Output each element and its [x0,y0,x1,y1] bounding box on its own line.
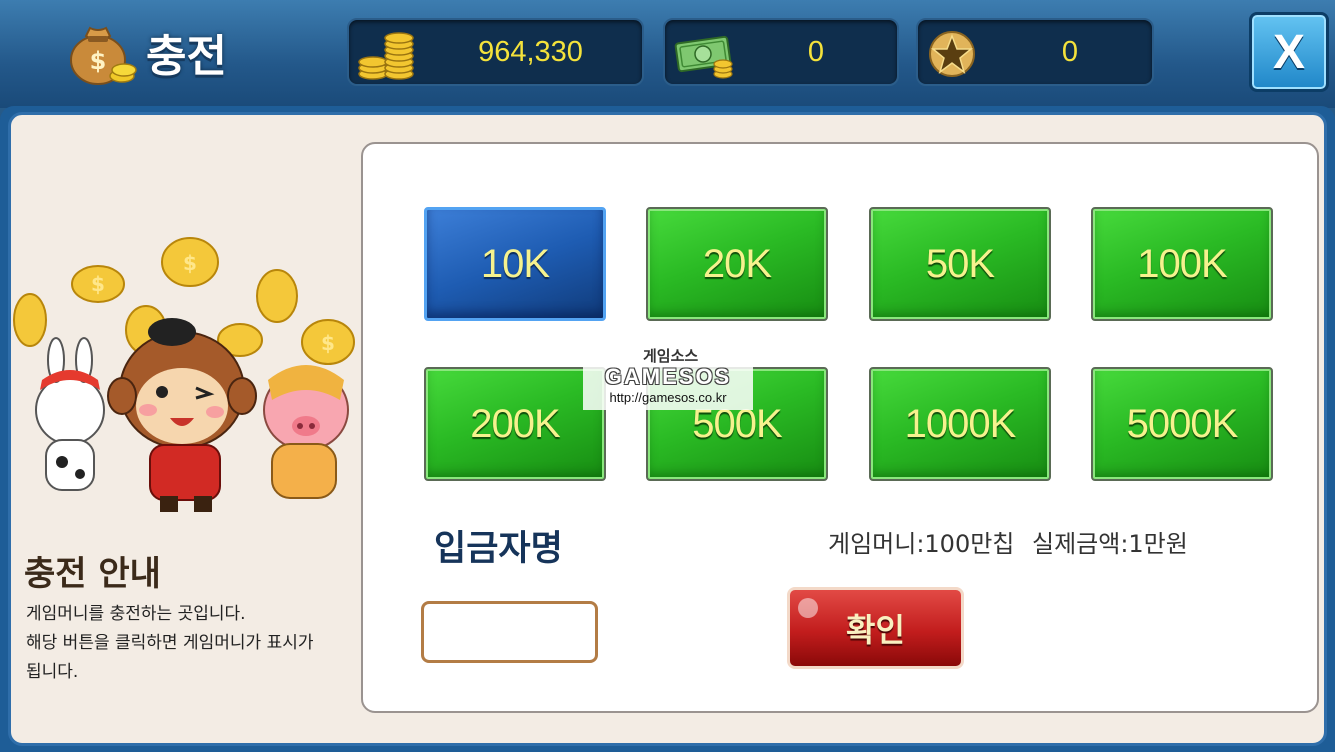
guide-title: 충전 안내 [24,554,161,594]
star-balance: 0 [916,18,1154,86]
page-title: 충전 [146,31,227,82]
star-icon [926,28,990,80]
amount-button-1000k[interactable]: 1000K [869,367,1051,481]
guide-text: 게임머니를 충전하는 곳입니다. 해당 버튼을 클릭하면 게임머니가 표시가 됩… [26,600,366,687]
star-amount: 0 [1061,35,1079,68]
svg-text:$: $ [90,47,107,75]
rate-info: 게임머니:100만칩 실제금액:1만원 [828,530,1188,558]
amount-button-10k[interactable]: 10K [424,207,606,321]
gold-balance: 964,330 [347,18,644,86]
amount-button-20k[interactable]: 20K [646,207,828,321]
watermark-url: http://gamesos.co.kr [609,390,727,405]
svg-text:$: $ [183,251,197,275]
depositor-label: 입금자명 [434,529,563,569]
cash-icon [673,28,737,80]
cash-amount: 0 [807,35,825,68]
watermark-korean: 게임소스 [643,347,699,365]
guide-line: 해당 버튼을 클릭하면 게임머니가 표시가 [26,633,314,653]
mascot-illustration: $ $ $ [10,230,360,520]
watermark: 게임소스 GAMESOS http://gamesos.co.kr [583,344,753,410]
svg-text:$: $ [91,272,105,296]
button-shine [798,598,818,618]
gold-amount: 964,330 [478,35,583,68]
confirm-button[interactable]: 확인 [787,587,964,669]
cash-balance: 0 [663,18,899,86]
confirm-label: 확인 [846,611,905,649]
amount-button-100k[interactable]: 100K [1091,207,1273,321]
guide-line: 됩니다. [26,662,79,682]
amount-button-50k[interactable]: 50K [869,207,1051,321]
money-bag-icon: $ [62,14,138,90]
depositor-input[interactable] [421,601,598,663]
header-bar: $ 충전 964,330 0 0 X [0,0,1335,108]
amount-button-200k[interactable]: 200K [424,367,606,481]
amount-button-5000k[interactable]: 5000K [1091,367,1273,481]
watermark-logo: GAMESOS [604,364,732,389]
guide-line: 게임머니를 충전하는 곳입니다. [26,604,246,624]
gold-coins-icon [357,28,421,80]
title-group: $ 충전 [62,14,227,90]
svg-text:$: $ [321,331,335,355]
close-button[interactable]: X [1249,12,1329,92]
